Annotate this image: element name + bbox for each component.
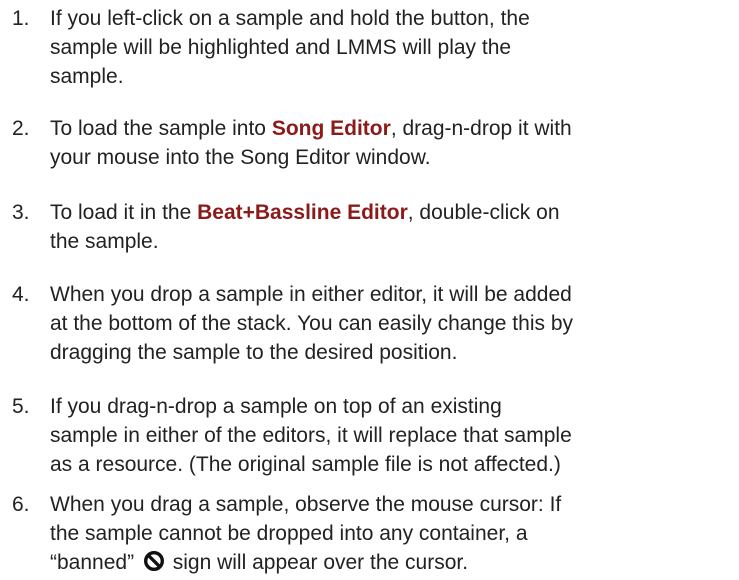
step-number: 2.	[12, 117, 30, 140]
step-text-suffix: , double-click on	[407, 201, 560, 224]
song-editor-term: Song Editor	[271, 117, 391, 140]
step-line: If you drag-n-drop a sample on top of an…	[50, 395, 502, 418]
step-text-prefix: To load the sample into	[50, 117, 272, 140]
step-text-suffix: sign will appear over the cursor.	[166, 551, 469, 574]
step-text-suffix: , drag-n-drop it with	[390, 117, 572, 140]
document-page: 1. If you left-click on a sample and hol…	[0, 0, 739, 580]
step-line: “banned” sign will appear over the curso…	[50, 548, 730, 577]
beat-bassline-editor-term: Beat+Bassline Editor	[197, 201, 408, 224]
step-number: 1.	[12, 7, 30, 30]
step-text: When you drop a sample in either editor,…	[50, 280, 730, 367]
step-line: as a resource. (The original sample file…	[50, 453, 561, 476]
banned-icon	[143, 550, 165, 572]
step-text-prefix: To load it in the	[50, 201, 198, 224]
step-line: at the bottom of the stack. You can easi…	[50, 312, 574, 335]
step-line: the sample cannot be dropped into any co…	[50, 522, 528, 545]
step-line: When you drag a sample, observe the mous…	[50, 493, 562, 516]
step-number: 4.	[12, 283, 30, 306]
step-line: dragging the sample to the desired posit…	[50, 341, 458, 364]
step-line: the sample.	[50, 230, 159, 253]
step-line: your mouse into the Song Editor window.	[50, 146, 431, 169]
step-text: If you left-click on a sample and hold t…	[50, 4, 730, 91]
step-line: sample.	[50, 65, 124, 88]
step-line: To load the sample into Song Editor, dra…	[50, 114, 730, 143]
step-text: To load the sample into Song Editor, dra…	[50, 114, 730, 172]
step-number: 6.	[12, 493, 30, 516]
step-line: To load it in the Beat+Bassline Editor, …	[50, 198, 730, 227]
step-text-prefix: “banned”	[50, 551, 140, 574]
step-number: 3.	[12, 201, 30, 224]
step-text: If you drag-n-drop a sample on top of an…	[50, 392, 730, 479]
step-line: When you drop a sample in either editor,…	[50, 283, 572, 306]
step-line: sample will be highlighted and LMMS will…	[50, 36, 512, 59]
step-number: 5.	[12, 395, 30, 418]
step-line: If you left-click on a sample and hold t…	[50, 7, 530, 30]
step-text: To load it in the Beat+Bassline Editor, …	[50, 198, 730, 256]
step-text: When you drag a sample, observe the mous…	[50, 490, 730, 577]
step-line: sample in either of the editors, it will…	[50, 424, 572, 447]
